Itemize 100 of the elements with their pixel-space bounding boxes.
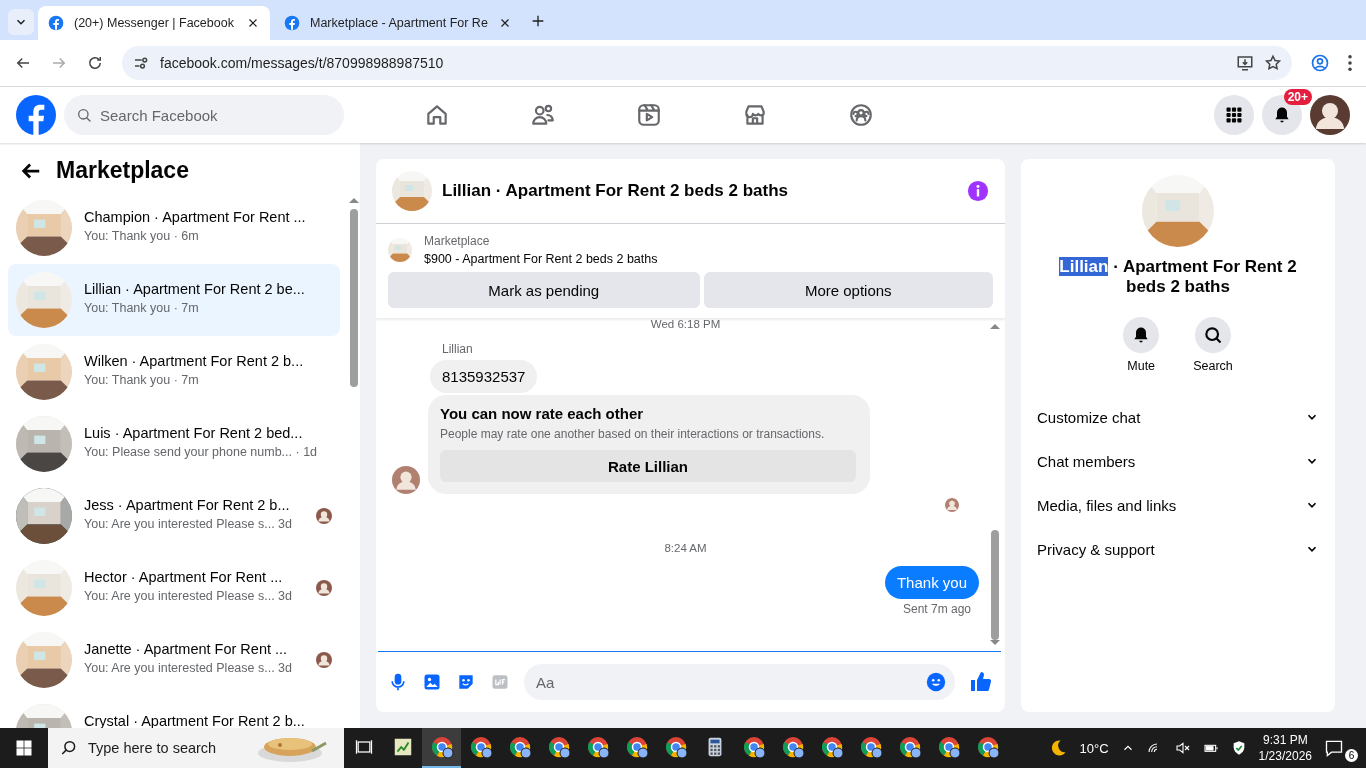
section-header[interactable]: Chat members — [1021, 439, 1335, 483]
mute-volume-icon — [1174, 740, 1191, 756]
message-preview: You: Are you interested Please s... 3d — [84, 517, 293, 531]
message-field[interactable]: Aa — [524, 664, 955, 700]
browser-icon — [663, 735, 688, 759]
photo-icon — [422, 672, 442, 692]
facebook-icon — [48, 15, 64, 31]
message-preview: You: Please send your phone numb... · 1d — [84, 445, 319, 459]
conversation-item[interactable]: Janette · Apartment For Rent ... You: Are you interested Please s... 3d — [8, 624, 340, 696]
scrollbar-thumb[interactable] — [991, 530, 999, 640]
panel-title: Marketplace — [56, 157, 189, 184]
browser-icon — [624, 735, 649, 759]
action-label: Mute — [1127, 359, 1156, 373]
groups-icon — [848, 102, 874, 128]
browser-tab[interactable]: (20+) Messenger | Facebook — [38, 6, 270, 40]
section-header[interactable]: Customize chat — [1021, 395, 1335, 439]
browser-icon — [936, 735, 961, 759]
notification-count: 6 — [1345, 749, 1358, 762]
menu-button[interactable] — [1214, 95, 1254, 135]
section-header[interactable]: Media, files and links — [1021, 483, 1335, 527]
search-field[interactable]: Search Facebook — [64, 95, 344, 135]
browser-icon — [546, 735, 571, 759]
info-icon — [967, 180, 989, 202]
scroll-up-icon — [990, 324, 1000, 329]
sticker-icon — [456, 672, 476, 692]
gif-icon — [490, 672, 510, 692]
conversation-name: Luis · Apartment For Rent 2 bed... — [84, 425, 304, 441]
conversation-item[interactable]: Champion · Apartment For Rent ... You: Thank you · 6m — [8, 192, 340, 264]
conversation-name: Lillian · Apartment For Rent 2 be... — [84, 281, 306, 297]
listing-label: Marketplace — [424, 234, 491, 248]
browser-icon — [858, 735, 883, 759]
message-preview: You: Are you interested Please s... 3d — [84, 661, 293, 675]
scroll-up-icon — [349, 198, 359, 203]
tab-list-button[interactable] — [8, 9, 34, 35]
conversation-item[interactable]: Wilken · Apartment For Rent 2 b... You: Thank you · 7m — [8, 336, 340, 408]
microphone-icon — [388, 672, 408, 692]
message-preview: You: Thank you · 6m — [84, 229, 200, 243]
card-title: You can now rate each other — [440, 405, 645, 422]
avatar — [945, 498, 959, 512]
browser-icon — [780, 735, 805, 759]
card-text: People may rate one another based on their interactions or transactions. — [440, 427, 826, 441]
browser-icon — [897, 735, 922, 759]
star-icon — [1264, 54, 1282, 72]
message-bubble: Thank you — [884, 566, 979, 599]
action-label: Search — [1193, 359, 1233, 373]
emoji-icon — [925, 671, 947, 693]
browser-icon — [585, 735, 610, 759]
profile-icon — [1310, 53, 1330, 73]
notification-center-button[interactable] — [1324, 738, 1344, 758]
clock-date: 1/23/2026 — [1258, 748, 1312, 764]
listing-title: $900 - Apartment For Rent 2 beds 2 baths — [424, 252, 658, 266]
conversation-name: Jess · Apartment For Rent 2 b... — [84, 497, 291, 513]
conversation-name: Champion · Apartment For Rent ... — [84, 209, 307, 225]
weather-text: 10°C — [1079, 740, 1109, 756]
browser-tab[interactable]: Marketplace - Apartment For Re — [274, 6, 522, 40]
browser-icon — [468, 735, 493, 759]
conversation-name: Hector · Apartment For Rent ... — [84, 569, 284, 585]
message-status: Sent 7m ago — [902, 602, 971, 616]
message-icon — [1324, 738, 1344, 758]
taskbar-app[interactable] — [422, 728, 461, 768]
section-header[interactable]: Privacy & support — [1021, 527, 1335, 571]
scrollbar-thumb[interactable] — [350, 209, 358, 387]
install-icon — [1236, 54, 1254, 72]
conversation-name: Wilken · Apartment For Rent 2 b... — [84, 353, 305, 369]
store-icon — [742, 102, 768, 128]
friends-icon — [530, 102, 556, 128]
conversation-item[interactable]: Jess · Apartment For Rent 2 b... You: Are you interested Please s... 3d — [8, 480, 340, 552]
avatar — [392, 466, 420, 494]
action-button[interactable]: More options — [703, 272, 993, 308]
timestamp: 8:24 AM — [664, 542, 707, 554]
chat-title: Lillian · Apartment For Rent 2 beds 2 baths — [442, 181, 790, 201]
url-text: facebook.com/messages/t/870998988987510 — [160, 55, 445, 71]
windows-icon — [15, 739, 33, 757]
address-bar[interactable]: facebook.com/messages/t/870998988987510 — [122, 46, 1292, 80]
conversation-item[interactable]: Luis · Apartment For Rent 2 bed... You: Please send your phone numb... · 1d — [8, 408, 340, 480]
more-icon — [1348, 55, 1352, 71]
browser-icon — [429, 735, 454, 759]
notification-badge: 20+ — [1283, 89, 1312, 105]
message-preview: You: Are you interested Please s... 3d — [84, 589, 293, 603]
message-preview: You: Thank you · 7m — [84, 373, 200, 387]
search-button[interactable] — [1195, 317, 1231, 353]
home-icon — [424, 102, 450, 128]
rate-button[interactable]: Rate Lillian — [440, 450, 856, 482]
timestamp: Wed 6:18 PM — [650, 318, 721, 330]
mute-button[interactable] — [1123, 317, 1160, 353]
search-icon — [1203, 325, 1223, 345]
search-icon — [76, 107, 92, 123]
message-bubble: 8135932537 — [430, 360, 538, 393]
thumbs-up-icon — [969, 670, 993, 694]
conversation-item[interactable]: Lillian · Apartment For Rent 2 be... You: Thank you · 7m — [8, 264, 340, 336]
conversation-item[interactable]: Hector · Apartment For Rent ... You: Are you interested Please s... 3d — [8, 552, 340, 624]
browser-icon — [975, 735, 1000, 759]
conversation-title: Lillian · Apartment For Rent 2 beds 2 baths — [1058, 257, 1298, 297]
search-icon — [60, 739, 78, 757]
browser-icon — [741, 735, 766, 759]
clock-time: 9:31 PM — [1262, 732, 1308, 748]
grid-icon — [1224, 105, 1244, 125]
task-view-icon — [353, 737, 374, 757]
action-button[interactable]: Mark as pending — [388, 272, 700, 308]
reload-icon — [86, 54, 104, 72]
